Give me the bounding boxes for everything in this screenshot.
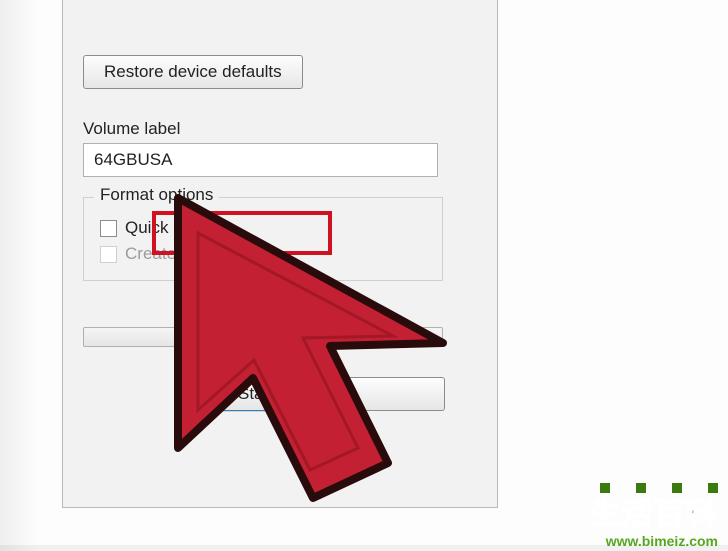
close-button[interactable] [335, 377, 445, 411]
format-dialog: Restore device defaults Volume label For… [62, 0, 498, 508]
create-msdos-row: Create an MS-D [100, 244, 426, 264]
dialog-buttons: Start [195, 377, 477, 411]
watermark-title: 生活百科 [590, 489, 718, 533]
volume-label-input[interactable] [83, 143, 438, 177]
create-msdos-checkbox [100, 246, 117, 263]
start-button[interactable]: Start [195, 377, 317, 411]
format-options-group: Format options Quick Format Create an MS… [83, 197, 443, 281]
quick-format-label: Quick Format [125, 218, 227, 238]
format-options-legend: Format options [94, 185, 219, 205]
watermark: 生活百科 www.bimeiz.com [590, 489, 718, 549]
create-msdos-label: Create an MS-D [125, 244, 248, 264]
format-progress-bar [83, 327, 443, 347]
bottom-edge [0, 545, 728, 551]
restore-defaults-button[interactable]: Restore device defaults [83, 55, 303, 89]
quick-format-checkbox[interactable] [100, 220, 117, 237]
quick-format-row[interactable]: Quick Format [100, 218, 426, 238]
volume-label-caption: Volume label [83, 119, 477, 139]
